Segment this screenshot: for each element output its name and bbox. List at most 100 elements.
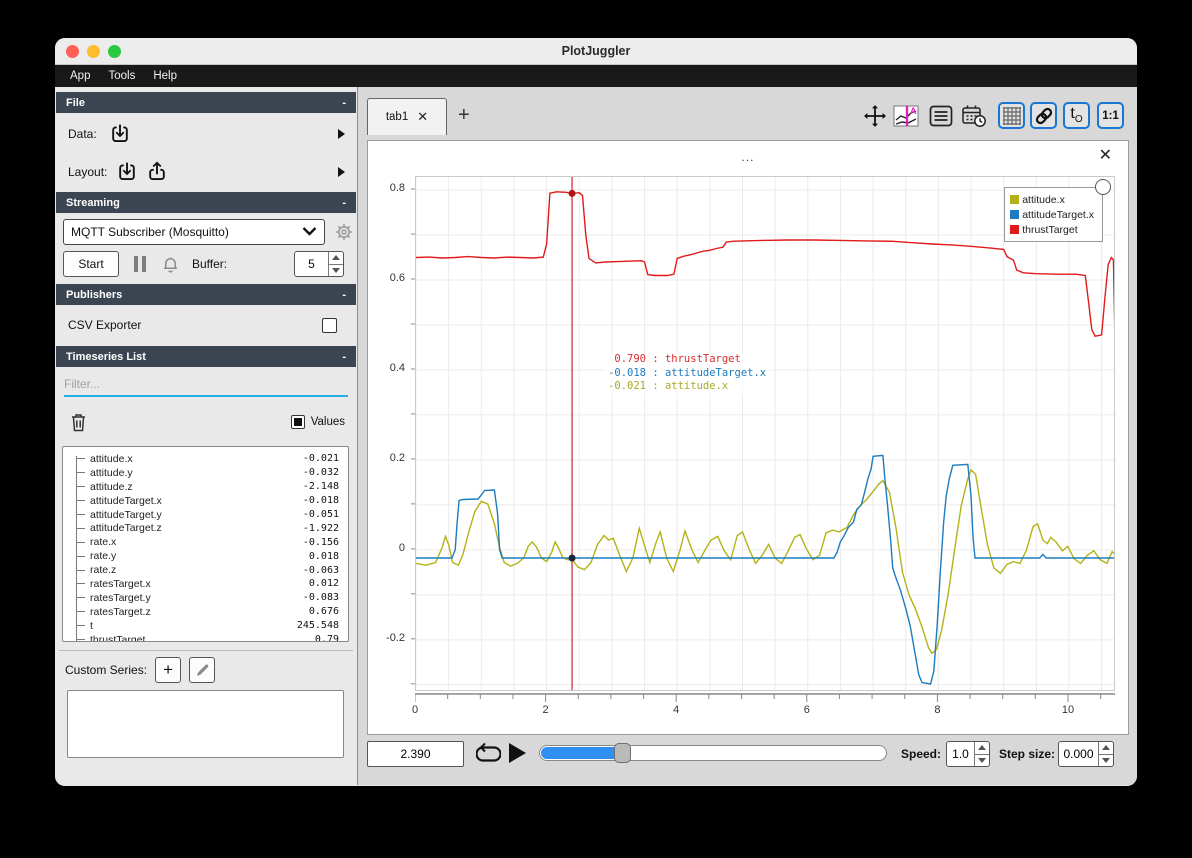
x-tick-label: 0 [411, 704, 419, 716]
edit-custom-series-button[interactable] [189, 657, 216, 683]
plot-canvas[interactable] [415, 176, 1115, 691]
legend-item[interactable]: attitudeTarget.x [1010, 207, 1094, 222]
layout-row: Layout: [55, 157, 357, 187]
collapse-icon[interactable]: - [342, 351, 346, 363]
time-offset-icon[interactable]: tO [1063, 102, 1090, 129]
timeseries-list[interactable]: attitude.x -0.021 attitude.y -0.032 attitu… [62, 446, 349, 642]
collapse-icon[interactable]: - [342, 197, 346, 209]
readout-line: -0.021 : attitude.x [608, 380, 729, 392]
list-view-icon[interactable] [927, 102, 954, 129]
filter-input[interactable] [64, 373, 348, 397]
list-item[interactable]: attitudeTarget.y -0.051 [63, 508, 339, 522]
sidebar: File - Data: Layout: Streaming - MQTT Su… [55, 87, 617, 785]
list-item[interactable]: thrustTarget 0.79 [63, 633, 339, 641]
list-item[interactable]: attitude.x -0.021 [63, 452, 339, 466]
menu-tools[interactable]: Tools [99, 70, 144, 82]
y-tick-label: 0.2 [389, 451, 405, 464]
section-header-timeseries[interactable]: Timeseries List - [56, 346, 356, 367]
list-item[interactable]: ratesTarget.y -0.083 [63, 591, 339, 605]
plot-container: ... ✕ 0.8 0.6 0.4 0.2 0 -0.2 0 2 4 6 8 10 attitude… [367, 140, 1129, 735]
collapse-icon[interactable]: - [342, 97, 346, 109]
list-item[interactable]: attitude.z -2.148 [63, 480, 339, 494]
section-header-publishers[interactable]: Publishers - [56, 284, 356, 305]
readout-line: -0.018 : attitudeTarget.x [608, 366, 767, 379]
link-axes-icon[interactable] [1030, 102, 1057, 129]
list-item[interactable]: ratesTarget.x 0.012 [63, 577, 339, 591]
save-layout-icon[interactable] [146, 161, 168, 183]
spin-up-icon[interactable] [975, 742, 989, 755]
speed-spinbox[interactable]: 1.0 [946, 741, 990, 767]
plot-panel: tab1 ✕ + A tO 1:1 ... ✕ 0.8 0.6 0.4 0.2 … [358, 87, 1137, 785]
slider-handle[interactable] [614, 743, 632, 763]
csv-exporter-row: CSV Exporter [55, 312, 357, 338]
add-custom-series-button[interactable]: + [155, 657, 182, 683]
custom-series-list[interactable] [67, 690, 344, 758]
plot-close-icon[interactable]: ✕ [1099, 148, 1112, 164]
values-checkbox[interactable] [290, 415, 305, 429]
list-item[interactable]: rate.z -0.063 [63, 563, 339, 577]
collapse-icon[interactable]: - [342, 289, 346, 301]
trash-icon[interactable] [69, 412, 88, 433]
bell-icon[interactable] [161, 255, 180, 274]
section-header-streaming[interactable]: Streaming - [56, 192, 356, 213]
legend[interactable]: attitude.x attitudeTarget.x thrustTarget [1004, 179, 1111, 242]
custom-series-label: Custom Series: [65, 663, 148, 677]
pan-zoom-icon[interactable] [861, 102, 888, 129]
tracker-readout: 0.790 : thrustTarget -0.018 : attitudeTa… [603, 353, 770, 394]
step-size-spinbox[interactable]: 0.000 [1058, 741, 1114, 767]
buffer-spinbox[interactable]: 5 [294, 251, 344, 277]
start-button[interactable]: Start [63, 251, 119, 277]
load-data-icon[interactable] [109, 123, 131, 145]
list-item[interactable]: t 245.548 [63, 619, 339, 633]
grid-layout-icon[interactable] [998, 102, 1025, 129]
x-tick-label: 8 [934, 704, 941, 716]
traffic-light-minimize[interactable] [87, 45, 100, 58]
spin-down-icon[interactable] [329, 265, 343, 277]
series-attitude.x [416, 468, 1114, 655]
values-label: Values [310, 416, 345, 428]
add-tab-button[interactable]: + [458, 104, 470, 127]
load-layout-icon[interactable] [116, 161, 138, 183]
section-header-file[interactable]: File - [56, 92, 356, 113]
pause-icon[interactable] [133, 255, 147, 273]
data-menu-arrow-icon[interactable] [338, 129, 345, 139]
list-item[interactable]: attitude.y -0.032 [63, 466, 339, 480]
spin-down-icon[interactable] [975, 755, 989, 767]
streaming-source-select[interactable]: MQTT Subscriber (Mosquitto) [63, 219, 325, 245]
spin-up-icon[interactable] [1099, 742, 1113, 755]
list-item[interactable]: rate.x -0.156 [63, 535, 339, 549]
tab-tab1[interactable]: tab1 ✕ [367, 98, 447, 135]
time-display[interactable]: 2.390 [367, 741, 464, 767]
data-label: Data: [68, 127, 97, 141]
legend-item[interactable]: attitude.x [1010, 192, 1094, 207]
chevron-down-icon [302, 225, 317, 239]
list-item[interactable]: attitudeTarget.x -0.018 [63, 494, 339, 508]
spin-up-icon[interactable] [329, 252, 343, 265]
legend-swatch [1010, 210, 1020, 219]
x-tick-label: 2 [542, 704, 549, 716]
menu-help[interactable]: Help [144, 70, 186, 82]
loop-icon[interactable] [476, 742, 501, 766]
ratio-one-to-one-icon[interactable]: 1:1 [1097, 102, 1124, 129]
y-axis-ticks [411, 188, 415, 685]
list-item[interactable]: rate.y 0.018 [63, 549, 339, 563]
legend-handle[interactable] [1095, 179, 1111, 195]
datetime-icon[interactable] [960, 102, 987, 129]
play-button[interactable] [509, 743, 526, 763]
traffic-light-close[interactable] [66, 45, 79, 58]
list-item[interactable]: ratesTarget.z 0.676 [63, 605, 339, 619]
plot-title[interactable]: ... [368, 150, 1128, 164]
csv-exporter-checkbox[interactable] [322, 317, 337, 333]
menu-app[interactable]: App [61, 70, 99, 82]
layout-menu-arrow-icon[interactable] [338, 167, 345, 177]
gear-icon[interactable] [334, 222, 354, 242]
spin-down-icon[interactable] [1099, 755, 1113, 767]
list-item[interactable]: attitudeTarget.z -1.922 [63, 521, 339, 535]
timeline-slider[interactable] [539, 743, 887, 763]
x-tick-label: 6 [803, 704, 810, 716]
tab-close-icon[interactable]: ✕ [417, 109, 428, 125]
tracker-cursor-icon[interactable]: A [892, 102, 919, 129]
legend-swatch [1010, 195, 1020, 204]
traffic-light-zoom[interactable] [108, 45, 121, 58]
legend-item[interactable]: thrustTarget [1010, 222, 1094, 237]
